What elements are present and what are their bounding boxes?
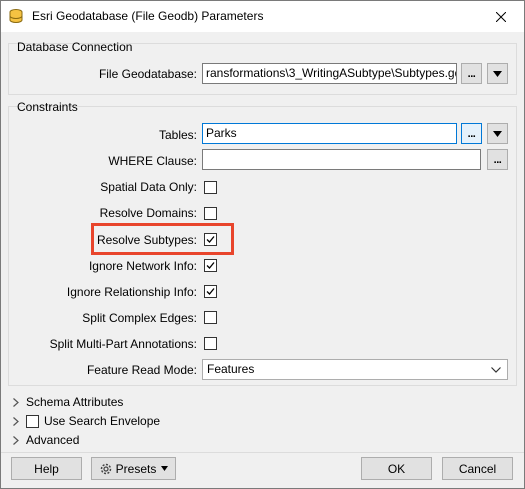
cancel-button[interactable]: Cancel: [442, 457, 513, 480]
presets-label: Presets: [115, 461, 157, 476]
split-complex-edges-checkbox[interactable]: [204, 311, 217, 324]
file-dropdown-button[interactable]: [487, 63, 508, 84]
tables-dropdown-button[interactable]: [487, 123, 508, 144]
resolve-domains-label: Resolve Domains:: [99, 206, 197, 220]
where-clause-label: WHERE Clause:: [108, 154, 197, 168]
database-connection-title: Database Connection: [17, 40, 133, 54]
split-multipart-annotations-label: Split Multi-Part Annotations:: [49, 337, 197, 351]
where-clause-field[interactable]: [202, 149, 481, 170]
dialog-window: Esri Geodatabase (File Geodb) Parameters…: [0, 0, 525, 489]
footer-separator: [1, 452, 524, 453]
fme-app-icon: [8, 8, 24, 24]
resolve-subtypes-highlight: [91, 223, 234, 255]
chevron-right-icon: [13, 398, 19, 407]
resolve-domains-checkbox[interactable]: [204, 207, 217, 220]
where-clause-browse-button[interactable]: ...: [487, 149, 508, 170]
file-browse-button[interactable]: ...: [461, 63, 482, 84]
window-title: Esri Geodatabase (File Geodb) Parameters: [32, 9, 264, 23]
schema-attributes-label: Schema Attributes: [26, 395, 124, 409]
ignore-relationship-info-checkbox[interactable]: [204, 285, 217, 298]
spatial-data-only-checkbox[interactable]: [204, 181, 217, 194]
feature-read-mode-label: Feature Read Mode:: [86, 363, 197, 377]
close-icon: [496, 11, 506, 22]
constraints-title: Constraints: [17, 100, 78, 114]
feature-read-mode-select[interactable]: Features: [202, 359, 508, 380]
help-button[interactable]: Help: [11, 457, 82, 480]
triangle-down-icon: [161, 466, 169, 471]
split-multipart-annotations-checkbox[interactable]: [204, 337, 217, 350]
tables-browse-button[interactable]: ...: [461, 123, 482, 144]
checkmark-icon: [206, 262, 215, 269]
use-search-envelope-label: Use Search Envelope: [44, 414, 161, 428]
ignore-relationship-info-label: Ignore Relationship Info:: [66, 285, 197, 299]
close-button[interactable]: [478, 1, 524, 32]
spatial-data-only-label: Spatial Data Only:: [100, 180, 197, 194]
title-bar[interactable]: Esri Geodatabase (File Geodb) Parameters: [1, 1, 524, 32]
ignore-network-info-checkbox[interactable]: [204, 259, 217, 272]
presets-button[interactable]: Presets: [91, 457, 176, 480]
tables-label: Tables:: [158, 128, 197, 142]
ignore-network-info-label: Ignore Network Info:: [88, 259, 197, 273]
advanced-label: Advanced: [26, 433, 80, 447]
feature-read-mode-value: Features: [207, 362, 255, 376]
file-geodatabase-label: File Geodatabase:: [98, 67, 197, 81]
triangle-down-icon: [493, 70, 502, 77]
chevron-down-icon: [491, 367, 501, 373]
tables-field[interactable]: Parks: [202, 123, 457, 144]
triangle-down-icon: [493, 130, 502, 137]
file-geodatabase-field[interactable]: ransformations\3_WritingASubtype\Subtype…: [202, 63, 457, 84]
chevron-right-icon: [13, 417, 19, 426]
gear-icon: [100, 463, 111, 474]
use-search-envelope-checkbox[interactable]: [26, 415, 39, 428]
split-complex-edges-label: Split Complex Edges:: [82, 311, 197, 325]
ok-button[interactable]: OK: [361, 457, 432, 480]
chevron-right-icon: [13, 436, 19, 445]
checkmark-icon: [206, 288, 215, 295]
